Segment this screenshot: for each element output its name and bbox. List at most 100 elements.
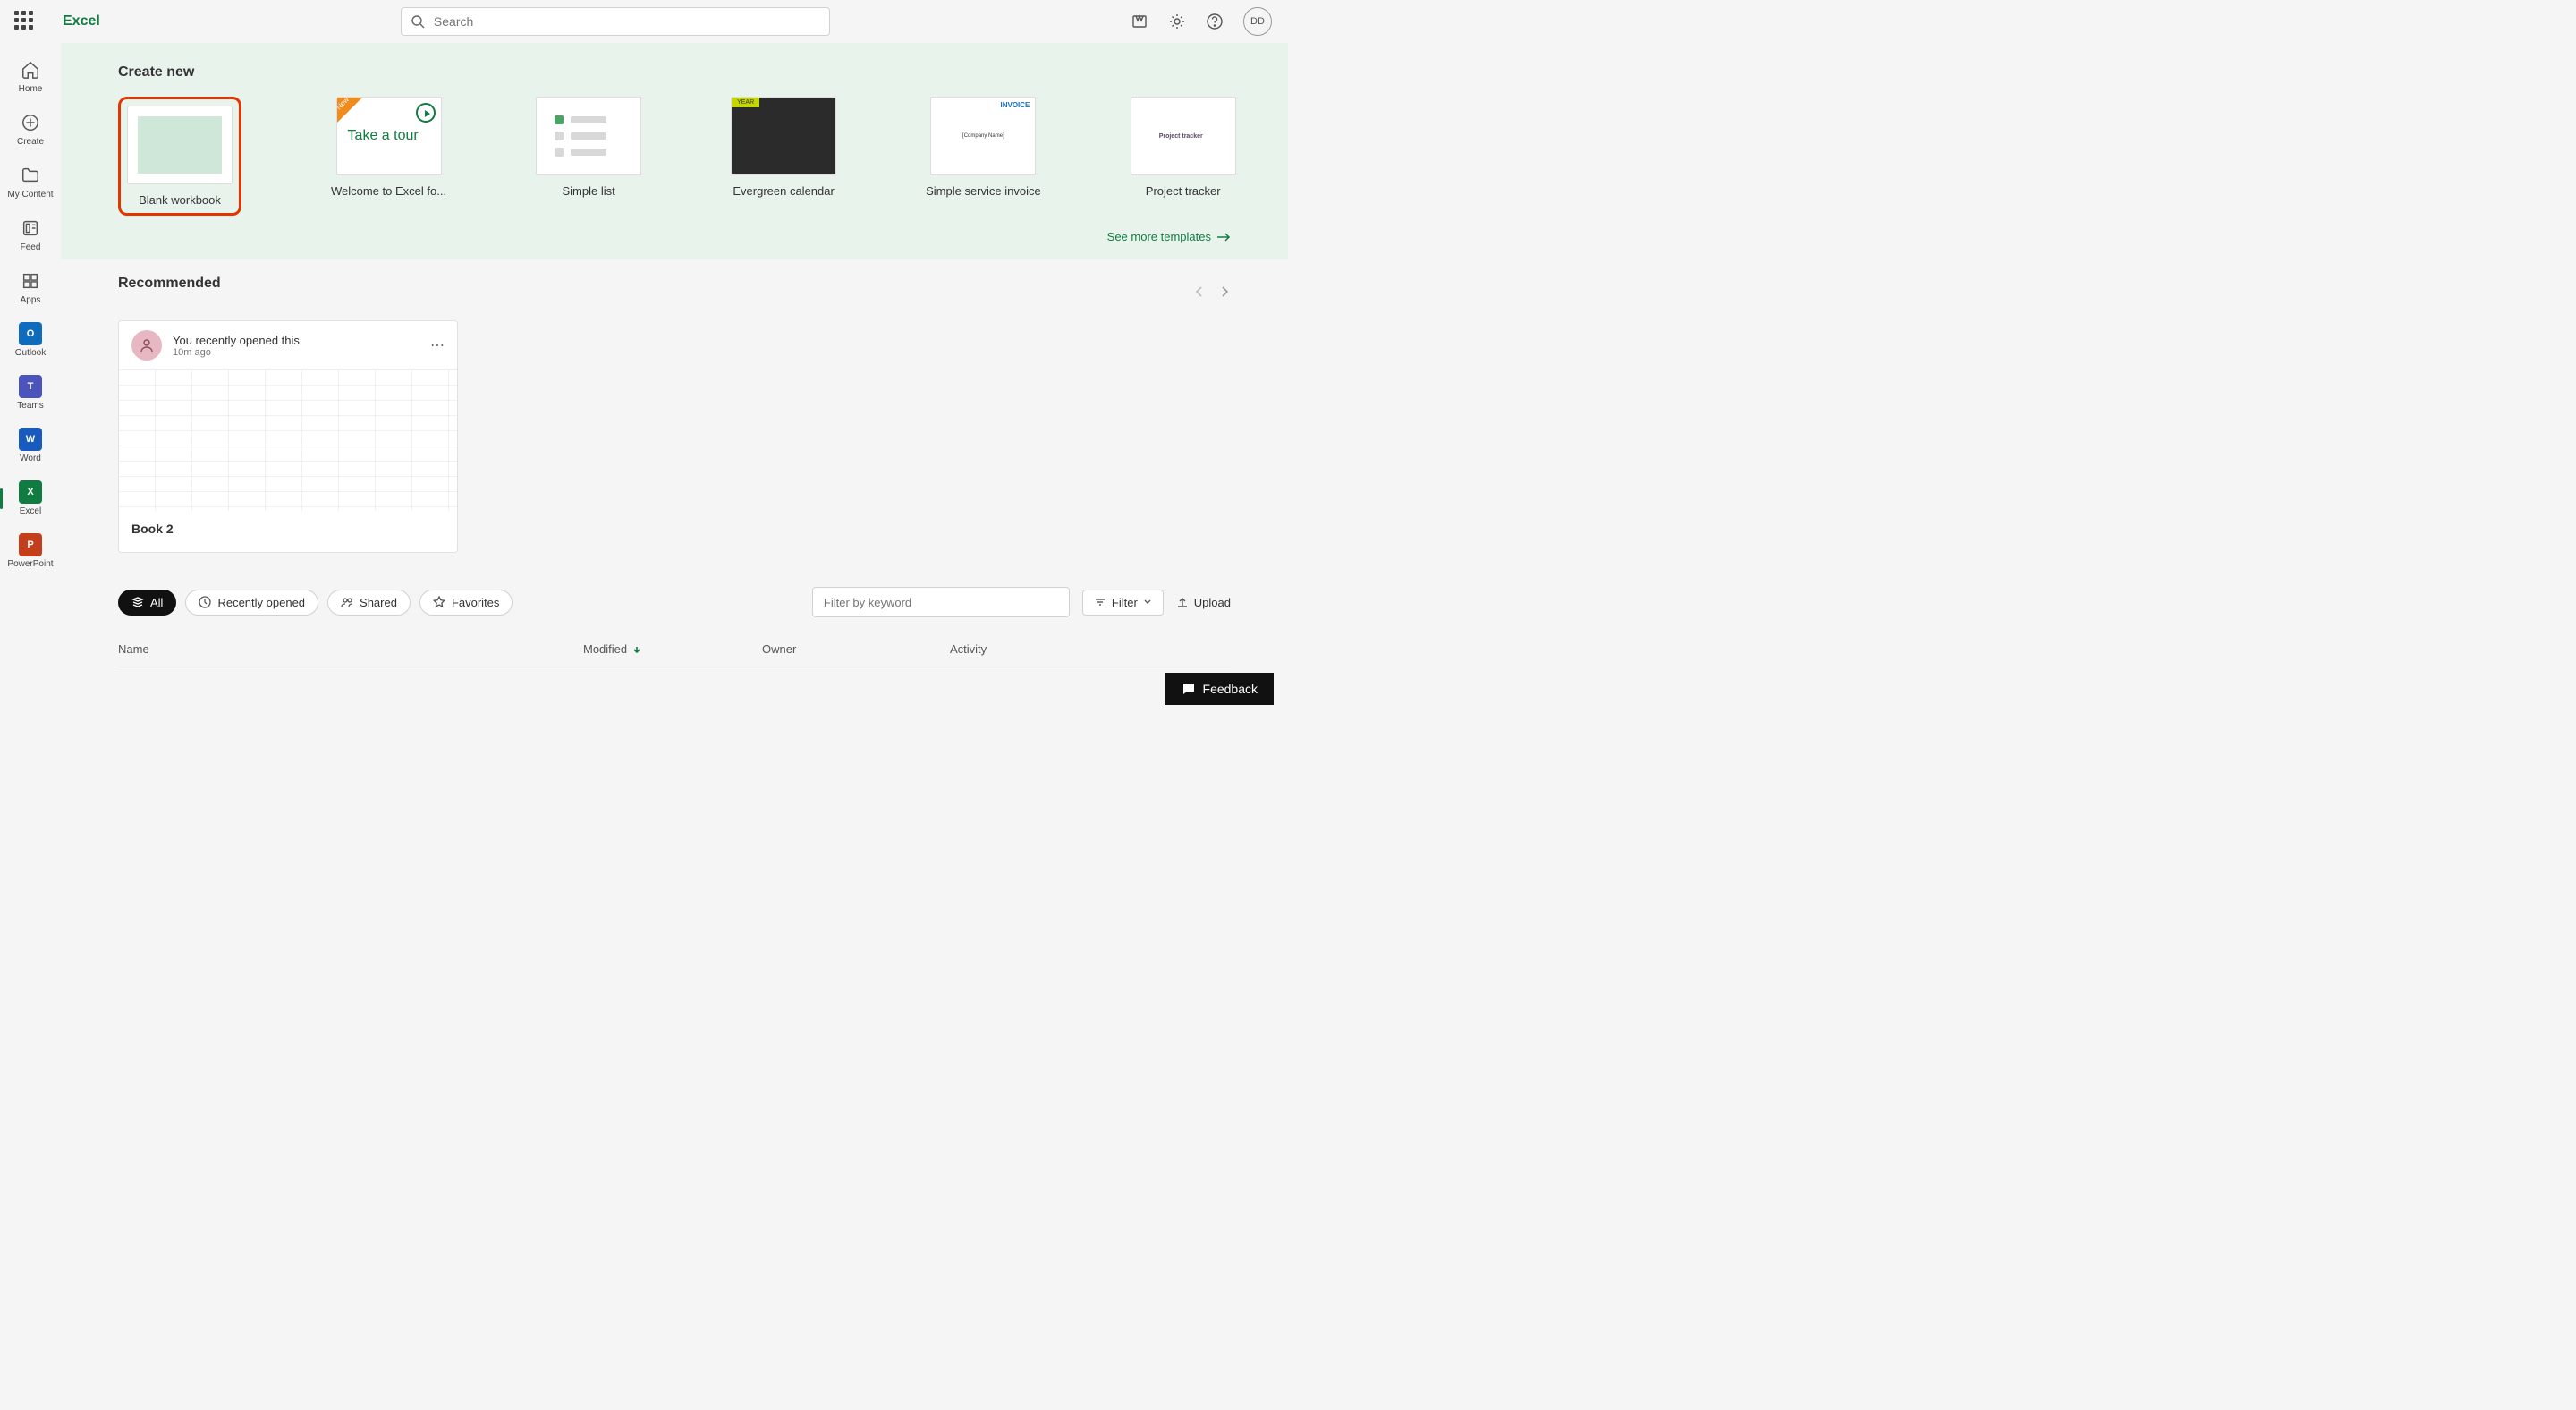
upload-icon [1176, 596, 1189, 608]
premium-icon[interactable] [1131, 13, 1148, 30]
templates-row: Blank workbook Take a tour Welcome to Ex… [118, 97, 1231, 216]
left-rail: Home Create My Content Feed Apps O Outlo… [0, 43, 61, 705]
template-label: Simple list [562, 184, 614, 198]
create-title: Create new [118, 64, 1231, 81]
invoice-title: INVOICE [1000, 101, 1030, 109]
template-simple-list[interactable]: Simple list [536, 97, 641, 216]
card-line1: You recently opened this [173, 334, 419, 347]
account-avatar[interactable]: DD [1243, 7, 1272, 36]
company-name-text: [Company Name] [962, 133, 1004, 139]
home-icon [18, 57, 43, 82]
excel-icon: X [18, 480, 43, 505]
apps-icon [18, 268, 43, 293]
people-icon [341, 596, 353, 608]
rail-outlook[interactable]: O Outlook [4, 316, 57, 365]
search-icon [411, 14, 425, 29]
chevron-left-icon[interactable] [1193, 285, 1206, 298]
more-icon[interactable]: ⋯ [430, 336, 445, 354]
template-welcome-tour[interactable]: Take a tour Welcome to Excel fo... [331, 97, 446, 216]
template-service-invoice[interactable]: [Company Name] INVOICE Simple service in… [926, 97, 1041, 216]
outlook-icon: O [18, 321, 43, 346]
rail-apps[interactable]: Apps [4, 263, 57, 312]
template-blank-workbook[interactable]: Blank workbook [127, 106, 233, 207]
pill-favorites[interactable]: Favorites [419, 590, 513, 616]
help-icon[interactable] [1206, 13, 1224, 30]
rail-excel[interactable]: X Excel [4, 474, 57, 523]
rail-create[interactable]: Create [4, 105, 57, 154]
column-headers: Name Modified Owner Activity [118, 642, 1231, 667]
rail-powerpoint[interactable]: P PowerPoint [4, 527, 57, 576]
app-launcher-icon[interactable] [14, 11, 36, 32]
template-label: Simple service invoice [926, 184, 1041, 198]
top-bar: Excel DD [0, 0, 1288, 43]
template-evergreen-calendar[interactable]: YEAR Evergreen calendar [731, 97, 836, 216]
rail-label: Outlook [15, 348, 46, 358]
project-tracker-heading: Project tracker [1159, 133, 1203, 140]
carousel-arrows [1193, 285, 1231, 298]
card-line2: 10m ago [173, 347, 419, 358]
rail-label: Apps [21, 295, 41, 305]
pill-label: Favorites [452, 596, 499, 609]
template-label: Evergreen calendar [733, 184, 834, 198]
upload-button[interactable]: Upload [1176, 596, 1231, 609]
chat-icon [1182, 682, 1196, 696]
main-content: Create new Blank workbook Take a tour We… [61, 43, 1288, 705]
rail-my-content[interactable]: My Content [4, 157, 57, 207]
card-filename: Book 2 [119, 511, 457, 552]
rail-label: Excel [20, 506, 41, 516]
link-text: See more templates [1107, 230, 1211, 243]
tour-text: Take a tour [337, 128, 441, 144]
rail-label: PowerPoint [7, 559, 53, 569]
col-owner[interactable]: Owner [762, 642, 950, 656]
star-icon [433, 596, 445, 608]
feedback-label: Feedback [1203, 682, 1258, 696]
rail-label: Teams [17, 401, 43, 411]
col-activity[interactable]: Activity [950, 642, 1231, 656]
search-input[interactable] [434, 14, 820, 29]
chevron-right-icon[interactable] [1218, 285, 1231, 298]
settings-icon[interactable] [1168, 13, 1186, 30]
calendar-year-badge: YEAR [732, 98, 759, 107]
template-project-tracker[interactable]: Project tracker Project tracker [1131, 97, 1236, 216]
pill-label: Recently opened [217, 596, 305, 609]
create-section: Create new Blank workbook Take a tour We… [61, 43, 1288, 259]
pill-label: Shared [360, 596, 397, 609]
template-thumb: YEAR [731, 97, 836, 175]
toolbar-right: Filter Upload [812, 587, 1231, 617]
button-label: Filter [1112, 596, 1138, 609]
filter-input[interactable] [812, 587, 1070, 617]
recommended-card[interactable]: You recently opened this 10m ago ⋯ Book … [118, 320, 458, 553]
brand-label: Excel [63, 13, 100, 30]
pill-shared[interactable]: Shared [327, 590, 411, 616]
feedback-button[interactable]: Feedback [1165, 673, 1274, 705]
rail-label: Feed [21, 242, 41, 252]
pill-recently-opened[interactable]: Recently opened [185, 590, 318, 616]
search-box[interactable] [401, 7, 830, 36]
card-preview [119, 369, 457, 511]
rail-label: Create [17, 137, 44, 147]
highlighted-template: Blank workbook [118, 97, 242, 216]
rail-teams[interactable]: T Teams [4, 369, 57, 418]
folder-icon [18, 163, 43, 188]
card-header: You recently opened this 10m ago ⋯ [119, 321, 457, 369]
filter-icon [1094, 596, 1106, 608]
template-thumb: Project tracker [1131, 97, 1236, 175]
pill-label: All [150, 596, 163, 609]
template-thumb: Take a tour [336, 97, 442, 175]
clock-icon [199, 596, 211, 608]
pill-all[interactable]: All [118, 590, 176, 616]
filter-button[interactable]: Filter [1082, 590, 1164, 616]
files-toolbar: All Recently opened Shared Favorites [118, 587, 1231, 617]
rail-word[interactable]: W Word [4, 421, 57, 471]
col-modified[interactable]: Modified [583, 642, 762, 656]
files-section: All Recently opened Shared Favorites [61, 569, 1288, 685]
person-icon [131, 330, 162, 361]
recommended-title: Recommended [118, 276, 221, 292]
col-name[interactable]: Name [118, 642, 583, 656]
template-label: Welcome to Excel fo... [331, 184, 446, 198]
col-label: Modified [583, 642, 627, 656]
see-more-templates-link[interactable]: See more templates [118, 230, 1231, 243]
rail-feed[interactable]: Feed [4, 210, 57, 259]
filter-pills: All Recently opened Shared Favorites [118, 590, 513, 616]
rail-home[interactable]: Home [4, 52, 57, 101]
